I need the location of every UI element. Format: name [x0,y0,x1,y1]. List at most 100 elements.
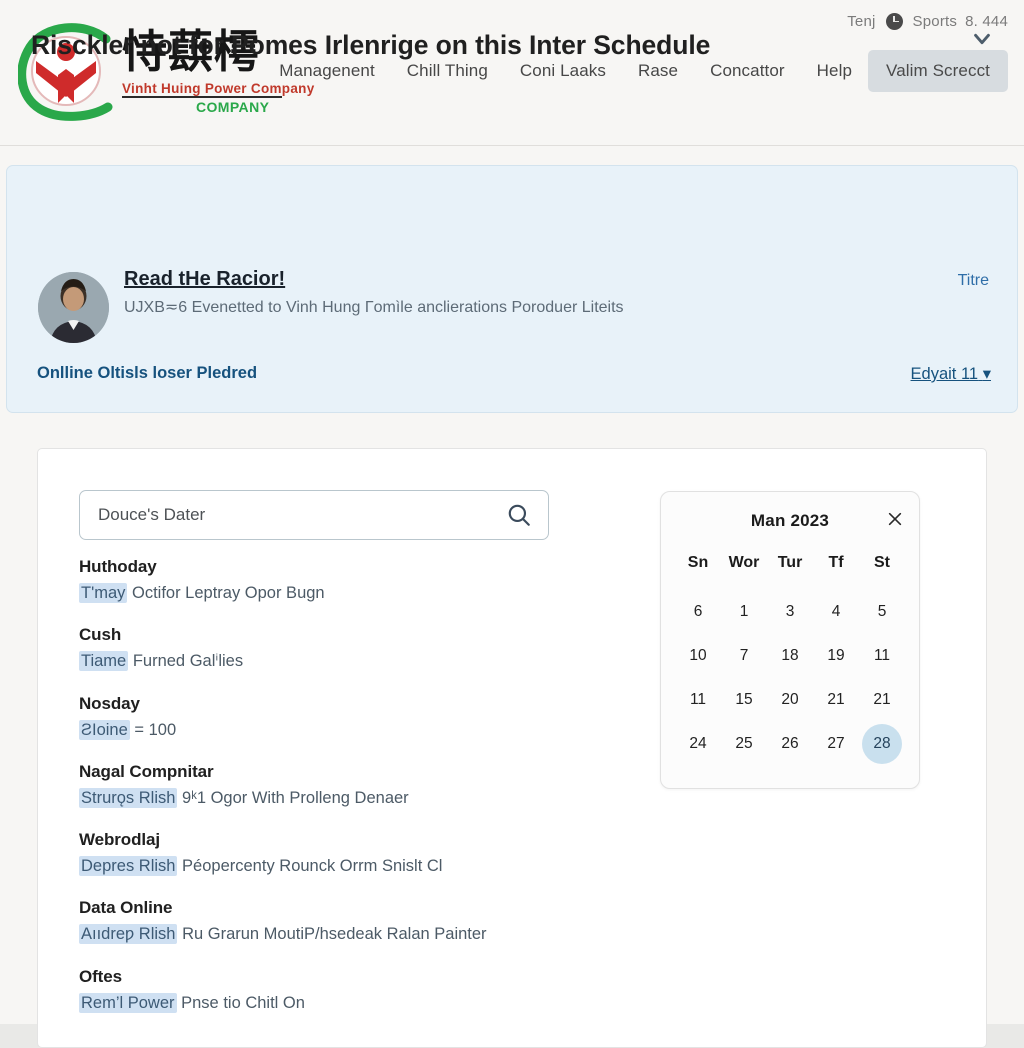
close-icon[interactable] [887,511,903,527]
result-list: Huthoday T'may Octifor Leptray Opor Bugn… [79,557,639,1035]
chevron-down-icon[interactable] [971,28,993,50]
calendar-day[interactable]: 11 [859,634,905,678]
calendar-day[interactable]: 21 [859,678,905,722]
calendar-weekday: Wor [728,554,760,571]
banner-primary-link[interactable]: Read tHe Racior! [124,268,285,291]
calendar-day-label: 15 [735,691,753,708]
topbar-sports-label: Sports [912,12,958,30]
list-item-highlight: Aııdreƿ Rlish [79,924,178,945]
calendar-day-label: 28 [862,724,902,764]
calendar-day-label: 27 [827,735,845,752]
calendar-day[interactable]: 6 [675,590,721,634]
date-picker: Man 2023 Sn Wor Tur Tf St 6 1 3 4 5 10 7… [660,491,920,789]
calendar-weekday: Tur [777,554,803,571]
list-item-title: Nosday [79,693,140,713]
list-item-description: T'may Octifor Leptray Opor Bugn [79,582,639,604]
calendar-day[interactable]: 20 [767,678,813,722]
banner-titre-link[interactable]: Titre [958,272,989,290]
calendar-day-label: 3 [785,603,795,620]
calendar-day[interactable]: 24 [675,722,721,766]
calendar-day[interactable]: 7 [721,634,767,678]
list-item-rest: Octifor Leptray Opor Bugn [132,584,325,602]
calendar-day-label: 21 [827,691,845,708]
calendar-day[interactable]: 10 [675,634,721,678]
list-item-title: Webrodlaj [79,830,160,850]
calendar-day-label: 18 [781,647,799,664]
banner-footer-link[interactable]: Onlline Oltisls loser Pledred [37,364,257,383]
calendar-day-label: 25 [735,735,753,752]
list-item-rest: Pnse tiᴏ Chitl On [181,993,305,1012]
list-item[interactable]: Oftes Rem’l Power Pnse tiᴏ Chitl On [79,967,639,1014]
calendar-day-label: 1 [739,603,749,620]
list-item-title: Data Online [79,898,173,918]
list-item-highlight: Tiame [79,651,129,672]
avatar [38,272,109,343]
banner-subtitle: UJXB≂6 Evenetted to Vinh Hung Γomìle anc… [124,299,624,316]
calendar-day[interactable]: 15 [721,678,767,722]
page-root: Tenj Sports 8. 444 恃蕻樗 Vinht Huing Power… [0,0,1024,1048]
clock-icon [885,12,903,30]
chevron-down-icon: ▾ [982,365,991,383]
banner-edit-label: Edyait 11 [910,365,979,383]
list-item[interactable]: Data Online Aııdreƿ Rlish Ru Grarun Mout… [79,898,639,945]
list-item-title: Oftes [79,966,122,986]
list-item-description: Depres Rlish Péopercenty Rounck Orrm Sni… [79,855,639,877]
site-header: Tenj Sports 8. 444 恃蕻樗 Vinht Huing Power… [0,0,1024,146]
list-item-rest: Péopercenty Rounck Orrm Snislt Cl [182,857,443,876]
list-item-description: ƧIoine = 100 [79,719,639,741]
calendar-day-label: 7 [739,647,749,664]
list-item-description: Strurǫs Rlish 9ᵏ1 Ogor With Prolleng Den… [79,787,639,809]
calendar-header: Man 2023 [661,492,919,550]
calendar-day-selected[interactable]: 28 [859,722,905,766]
list-item[interactable]: Nosday ƧIoine = 100 [79,694,639,741]
calendar-day[interactable]: 4 [813,590,859,634]
calendar-weekday-row: Sn Wor Tur Tf St [661,550,919,590]
topbar-value: 8. 444 [965,12,1008,30]
calendar-day[interactable]: 19 [813,634,859,678]
calendar-day[interactable]: 26 [767,722,813,766]
search-input[interactable] [96,504,506,526]
search-icon[interactable] [506,502,532,528]
logo-divider [122,96,282,98]
list-item[interactable]: Huthoday T'may Octifor Leptray Opor Bugn [79,557,639,604]
list-item[interactable]: Nagal Compnitar Strurǫs Rlish 9ᵏ1 Ogor W… [79,762,639,809]
calendar-day-label: 20 [781,691,799,708]
calendar-day[interactable]: 3 [767,590,813,634]
calendar-day[interactable]: 1 [721,590,767,634]
avatar-image [38,272,109,343]
calendar-day[interactable]: 5 [859,590,905,634]
calendar-day[interactable]: 25 [721,722,767,766]
list-item-description: Tiame Furned Galⁱlies [79,650,639,672]
banner-title: Risckler not for Pomes Irlenrige on this… [31,30,711,60]
calendar-day-label: 11 [689,691,707,708]
list-item-highlight: ƧIoine [79,719,130,740]
calendar-day-label: 21 [873,691,891,708]
topbar-label: Tenj [847,12,876,30]
calendar-day-label: 24 [689,735,707,752]
calendar-day-label: 10 [689,647,707,664]
list-item-title: Huthoday [79,557,157,576]
calendar-weekday: St [874,554,890,571]
nav-item-valim-screcct[interactable]: Valim Screcct [868,50,1008,92]
banner-edit-link[interactable]: Edyait 11 ▾ [911,364,991,384]
list-item-title: Cush [79,625,122,645]
list-item[interactable]: Cush Tiame Furned Galⁱlies [79,625,639,672]
search-box[interactable] [79,490,549,540]
list-item-highlight: Strurǫs Rlish [79,787,178,808]
calendar-day[interactable]: 27 [813,722,859,766]
content-card: Huthoday T'may Octifor Leptray Opor Bugn… [37,448,987,1048]
calendar-day[interactable]: 11 [675,678,721,722]
calendar-day-label: 5 [877,603,887,620]
calendar-day[interactable]: 21 [813,678,859,722]
list-item-highlight: Depres Rlish [79,856,178,877]
list-item-title: Nagal Compnitar [79,761,214,781]
calendar-month-label: Man 2023 [750,511,830,530]
list-item-highlight: Rem’l Power [79,992,177,1013]
list-item-description: Rem’l Power Pnse tiᴏ Chitl On [79,992,639,1014]
nav-item-help[interactable]: Help [801,52,868,90]
list-item[interactable]: Webrodlaj Depres Rlish Péopercenty Rounc… [79,830,639,877]
list-item-rest: Ru Grarun MoutiP/hsedeak Ralan Painter [182,925,487,944]
list-item-rest: 9ᵏ1 Ogor With Prolleng Denaer [182,788,409,807]
list-item-rest: Furned Galⁱlies [132,652,244,671]
calendar-day[interactable]: 18 [767,634,813,678]
